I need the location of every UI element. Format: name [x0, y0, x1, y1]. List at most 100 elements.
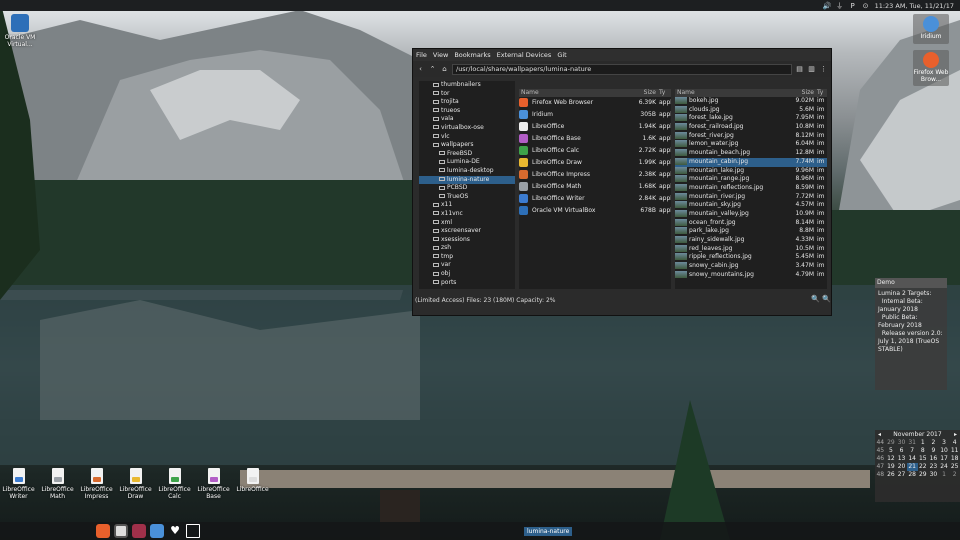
file-row[interactable]: ripple_reflections.jpg 5.45M im — [675, 253, 827, 262]
calendar-day[interactable]: 2 — [928, 439, 939, 447]
tree-item[interactable]: var — [419, 261, 515, 270]
tree-item[interactable]: xscreensaver — [419, 227, 515, 236]
calendar-day[interactable]: 12 — [886, 455, 897, 463]
calendar-day[interactable]: 3 — [939, 439, 950, 447]
calendar-day[interactable]: 31 — [907, 439, 918, 447]
calendar-day[interactable]: 9 — [928, 447, 939, 455]
app-row[interactable]: Iridium 305B appl — [519, 109, 671, 121]
tree-item[interactable]: trojita — [419, 98, 515, 107]
tree-item[interactable]: ports — [419, 279, 515, 288]
calendar-day[interactable]: 23 — [928, 463, 939, 471]
calendar-day[interactable]: 8 — [918, 447, 929, 455]
file-row[interactable]: lemon_water.jpg 6.04M im — [675, 140, 827, 149]
tree-item[interactable]: xml — [419, 219, 515, 228]
file-row[interactable]: forest_lake.jpg 7.95M im — [675, 114, 827, 123]
clock[interactable]: 11:23 AM, Tue, 11/21/17 — [875, 2, 954, 10]
calendar-day[interactable]: 1 — [939, 471, 950, 479]
app-row[interactable]: LibreOffice Writer 2.84K appl — [519, 193, 671, 205]
tree-item[interactable]: FreeBSD — [419, 150, 515, 159]
volume-icon[interactable]: 🔊 — [823, 2, 832, 10]
calendar-day[interactable]: 27 — [896, 471, 907, 479]
tree-item[interactable]: xsessions — [419, 236, 515, 245]
tree-item[interactable]: x11vnc — [419, 210, 515, 219]
calendar-day[interactable]: 7 — [907, 447, 918, 455]
calendar-day[interactable]: 29 — [886, 439, 897, 447]
file-row[interactable]: mountain_reflections.jpg 8.59M im — [675, 183, 827, 193]
file-row[interactable]: rainy_sidewalk.jpg 4.33M im — [675, 236, 827, 245]
calendar-day[interactable]: 20 — [896, 463, 907, 471]
calendar-day[interactable]: 10 — [939, 447, 950, 455]
zoom-in-icon[interactable]: 🔍 — [822, 295, 831, 303]
tree-item[interactable]: zsh — [419, 244, 515, 253]
menu-bookmarks[interactable]: Bookmarks — [454, 51, 490, 59]
app-row[interactable]: Oracle VM VirtualBox 678B appl — [519, 205, 671, 217]
calendar-day[interactable]: 2 — [949, 471, 960, 479]
tree-item[interactable]: PCBSD — [419, 184, 515, 193]
media-player-icon[interactable] — [114, 524, 128, 538]
launcher-item[interactable]: LibreOffice Calc — [156, 468, 193, 508]
tree-item[interactable]: tmp — [419, 253, 515, 262]
app-row[interactable]: LibreOffice Impress 2.38K appl — [519, 169, 671, 181]
file-row[interactable]: mountain_river.jpg 7.72M im — [675, 192, 827, 202]
calendar-day[interactable]: 21 — [906, 463, 918, 471]
prev-month-icon[interactable]: ◂ — [878, 430, 881, 439]
tree-item[interactable]: TrueOS — [419, 193, 515, 202]
calendar-day[interactable]: 28 — [907, 471, 918, 479]
app-indicator[interactable]: P — [849, 2, 857, 10]
menu-git[interactable]: Git — [557, 51, 566, 59]
calendar-day[interactable]: 26 — [886, 471, 897, 479]
battery-icon[interactable]: ⏚ — [836, 2, 844, 10]
tree-item[interactable]: vlc — [419, 133, 515, 142]
launcher-item[interactable]: LibreOffice Base — [195, 468, 232, 508]
calendar-day[interactable]: 29 — [918, 471, 929, 479]
tree-item[interactable]: lumina-desktop — [419, 167, 515, 176]
file-row[interactable]: clouds.jpg 5.6M im — [675, 105, 827, 115]
desktop-icon-iridium[interactable]: Iridium — [913, 14, 949, 44]
app-row[interactable]: LibreOffice 1.94K appl — [519, 121, 671, 133]
calendar-day[interactable]: 11 — [949, 447, 960, 455]
file-row[interactable]: snowy_mountains.jpg 4.79M im — [675, 270, 827, 280]
calendar-day[interactable]: 4 — [949, 439, 960, 447]
file-row[interactable]: mountain_range.jpg 8.96M im — [675, 175, 827, 184]
calendar-day[interactable]: 30 — [928, 471, 939, 479]
file-row[interactable]: snowy_cabin.jpg 3.47M im — [675, 262, 827, 271]
notes-text[interactable]: Lumina 2 Targets: Internal Beta: January… — [875, 288, 947, 356]
launcher-item[interactable]: LibreOffice Draw — [117, 468, 154, 508]
tree-item[interactable]: virtualbox-ose — [419, 124, 515, 133]
app-row[interactable]: LibreOffice Calc 2.72K appl — [519, 145, 671, 157]
split-view-icon[interactable]: ▥ — [807, 65, 816, 74]
desktop-icon-firefox[interactable]: Firefox Web Brow... — [913, 50, 949, 86]
up-icon[interactable]: ⌃ — [428, 65, 437, 74]
calendar-day[interactable]: 18 — [949, 455, 960, 463]
calendar-day[interactable]: 1 — [918, 439, 929, 447]
file-row[interactable]: red_leaves.jpg 10.5M im — [675, 244, 827, 254]
menu-view[interactable]: View — [433, 51, 448, 59]
calendar-day[interactable]: 13 — [896, 455, 907, 463]
app-row[interactable]: Firefox Web Browser 6.39K appl — [519, 97, 671, 109]
calendar-day[interactable]: 30 — [896, 439, 907, 447]
folder-tree[interactable]: thumbnailers tor trojita trueos vala virtualb… — [419, 81, 515, 289]
calendar-day[interactable]: 5 — [886, 447, 897, 455]
menu-file[interactable]: File — [416, 51, 427, 59]
network-icon[interactable]: ⊙ — [862, 2, 870, 10]
tree-item[interactable]: lumina-nature — [419, 175, 515, 185]
iridium-icon[interactable] — [150, 524, 164, 538]
desktop-icon-virtualbox[interactable]: Oracle VM Virtual... — [0, 14, 40, 48]
tree-item[interactable]: x11 — [419, 201, 515, 210]
tree-item[interactable]: wallpapers — [419, 141, 515, 150]
home-icon[interactable]: ⌂ — [440, 65, 449, 74]
folder-icon[interactable] — [186, 524, 200, 538]
app-row[interactable]: LibreOffice Base 1.6K appl — [519, 133, 671, 145]
file-row[interactable]: forest_river.jpg 8.12M im — [675, 131, 827, 141]
back-icon[interactable]: ‹ — [416, 65, 425, 74]
app-row[interactable]: LibreOffice Math 1.68K appl — [519, 181, 671, 193]
app-row[interactable]: LibreOffice Draw 1.99K appl — [519, 157, 671, 169]
calendar-day[interactable]: 24 — [939, 463, 950, 471]
launcher-item[interactable]: LibreOffice Writer — [0, 468, 37, 508]
launcher-item[interactable]: LibreOffice Impress — [78, 468, 115, 508]
calendar-day[interactable]: 14 — [907, 455, 918, 463]
tree-item[interactable]: tor — [419, 90, 515, 99]
calendar-day[interactable]: 22 — [918, 463, 929, 471]
calendar-day[interactable]: 6 — [896, 447, 907, 455]
file-row[interactable]: bokeh.jpg 9.02M im — [675, 97, 827, 106]
